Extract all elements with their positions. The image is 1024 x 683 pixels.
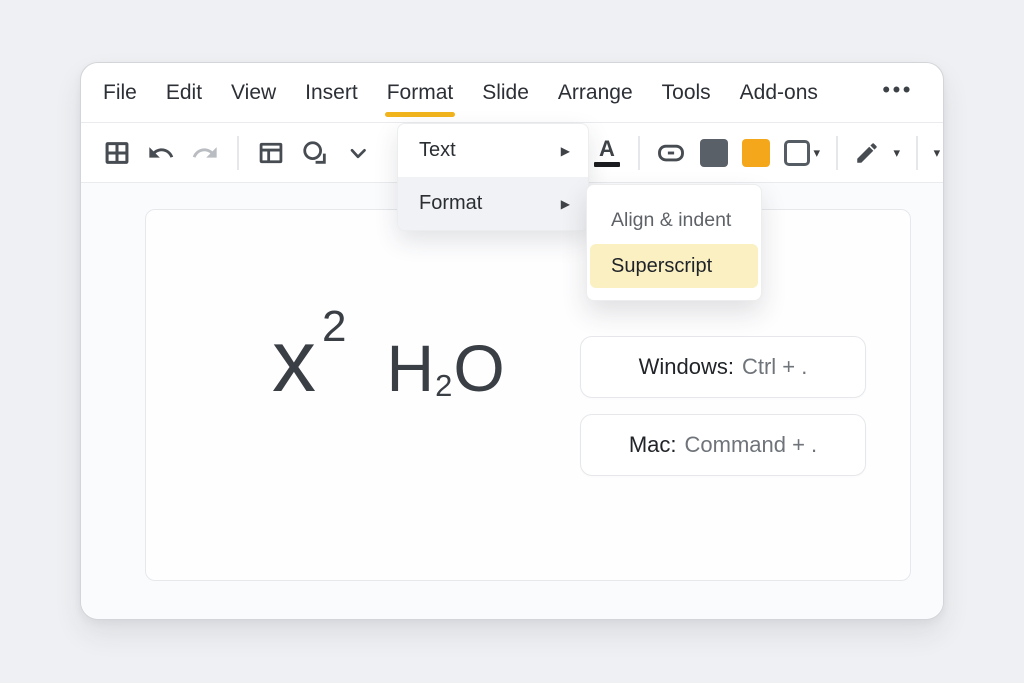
accent-color-swatch <box>742 139 770 167</box>
caret-down-icon: ▾ <box>894 146 901 159</box>
format-menu-item-format[interactable]: Format ▶ <box>398 177 588 230</box>
format-menu-item-text[interactable]: Text ▶ <box>398 124 588 177</box>
submenu-item-align-indent[interactable]: Align & indent <box>587 198 761 242</box>
menu-item-format[interactable]: Format <box>387 63 454 122</box>
format-submenu: Align & indent Superscript <box>586 184 762 301</box>
shape-corner-icon <box>301 139 329 167</box>
submenu-arrow-icon: ▶ <box>561 197 570 211</box>
grid-table-button[interactable] <box>103 139 131 167</box>
rounded-box-icon <box>656 138 686 168</box>
menu-item-label: Tools <box>662 81 711 105</box>
shortcut-mac-label: Mac: <box>629 432 677 458</box>
active-menu-underline <box>385 112 456 117</box>
menu-item-file[interactable]: File <box>103 63 137 122</box>
submenu-item-superscript[interactable]: Superscript <box>590 244 758 288</box>
menu-item-label: Edit <box>166 81 202 105</box>
menu-item-label: Add-ons <box>740 81 818 105</box>
menu-item-edit[interactable]: Edit <box>166 63 202 122</box>
undo-button[interactable] <box>147 139 175 167</box>
text-color-icon: A <box>592 138 622 167</box>
fill-color-swatch <box>700 139 728 167</box>
content-area: x 2 H 2 O Windows: Ctrl + . Mac: Command… <box>81 183 943 619</box>
shortcut-windows: Windows: Ctrl + . <box>580 336 866 398</box>
chevron-down-icon <box>345 140 371 166</box>
menu-item-label: Format <box>387 81 454 105</box>
app-window: File Edit View Insert Format Slide Arran… <box>80 62 944 620</box>
toolbar-separator <box>836 136 838 170</box>
format-menu: Text ▶ Format ▶ <box>397 123 589 231</box>
textbox-button[interactable] <box>656 138 686 168</box>
more-tools-dropdown-button[interactable]: ▾ <box>934 146 941 159</box>
toolbar-right-group: A ▾ ▾ <box>592 123 940 182</box>
submenu-arrow-icon: ▶ <box>561 144 570 158</box>
toolbar-separator <box>638 136 640 170</box>
submenu-row-label: Align & indent <box>611 209 731 232</box>
menu-item-label: File <box>103 81 137 105</box>
border-color-swatch <box>784 140 810 166</box>
arrow-select-button[interactable] <box>345 140 371 166</box>
layout-icon <box>257 139 285 167</box>
formula-superscript: 2 <box>322 302 346 352</box>
menu-item-label: Slide <box>482 81 529 105</box>
caret-down-icon: ▾ <box>814 146 821 159</box>
toolbar-separator <box>237 136 239 170</box>
pencil-button[interactable] <box>854 140 880 166</box>
shape-button[interactable] <box>301 139 329 167</box>
menu-row-label: Format <box>419 192 482 215</box>
shortcut-windows-label: Windows: <box>639 354 734 380</box>
border-color-button[interactable]: ▾ <box>784 140 821 166</box>
redo-button[interactable] <box>191 139 219 167</box>
menu-item-add-ons[interactable]: Add-ons <box>740 63 818 122</box>
menu-row-label: Text <box>419 139 456 162</box>
shortcut-windows-keys: Ctrl + . <box>742 354 807 380</box>
submenu-row-label: Superscript <box>611 255 712 278</box>
menu-item-label: View <box>231 81 276 105</box>
accent-color-button[interactable] <box>742 139 770 167</box>
text-color-glyph: A <box>599 138 615 160</box>
menu-item-view[interactable]: View <box>231 63 276 122</box>
pencil-icon <box>854 140 880 166</box>
caret-down-icon: ▾ <box>934 146 941 159</box>
menu-overflow-button[interactable]: ••• <box>882 77 913 109</box>
formula-h: H <box>386 330 434 406</box>
text-color-bar <box>594 162 620 167</box>
menu-item-label: Arrange <box>558 81 633 105</box>
menu-item-insert[interactable]: Insert <box>305 63 358 122</box>
slide-canvas[interactable]: x 2 H 2 O Windows: Ctrl + . Mac: Command… <box>145 209 911 581</box>
menu-item-label: Insert <box>305 81 358 105</box>
shortcut-mac: Mac: Command + . <box>580 414 866 476</box>
shortcut-mac-keys: Command + . <box>685 432 818 458</box>
formula-base-x: x <box>272 310 316 412</box>
layout-button[interactable] <box>257 139 285 167</box>
menu-bar: File Edit View Insert Format Slide Arran… <box>81 63 943 123</box>
menu-item-slide[interactable]: Slide <box>482 63 529 122</box>
formula-o: O <box>453 330 504 406</box>
redo-icon <box>191 139 219 167</box>
toolbar-separator <box>916 136 918 170</box>
undo-icon <box>147 139 175 167</box>
text-color-button[interactable]: A <box>592 138 622 167</box>
pencil-dropdown-button[interactable]: ▾ <box>894 146 901 159</box>
formula-text[interactable]: x 2 H 2 O <box>272 310 505 412</box>
formula-subscript: 2 <box>435 368 452 404</box>
menu-item-tools[interactable]: Tools <box>662 63 711 122</box>
toolbar-left-group <box>103 123 371 182</box>
fill-color-button[interactable] <box>700 139 728 167</box>
grid-table-icon <box>103 139 131 167</box>
menu-item-arrange[interactable]: Arrange <box>558 63 633 122</box>
